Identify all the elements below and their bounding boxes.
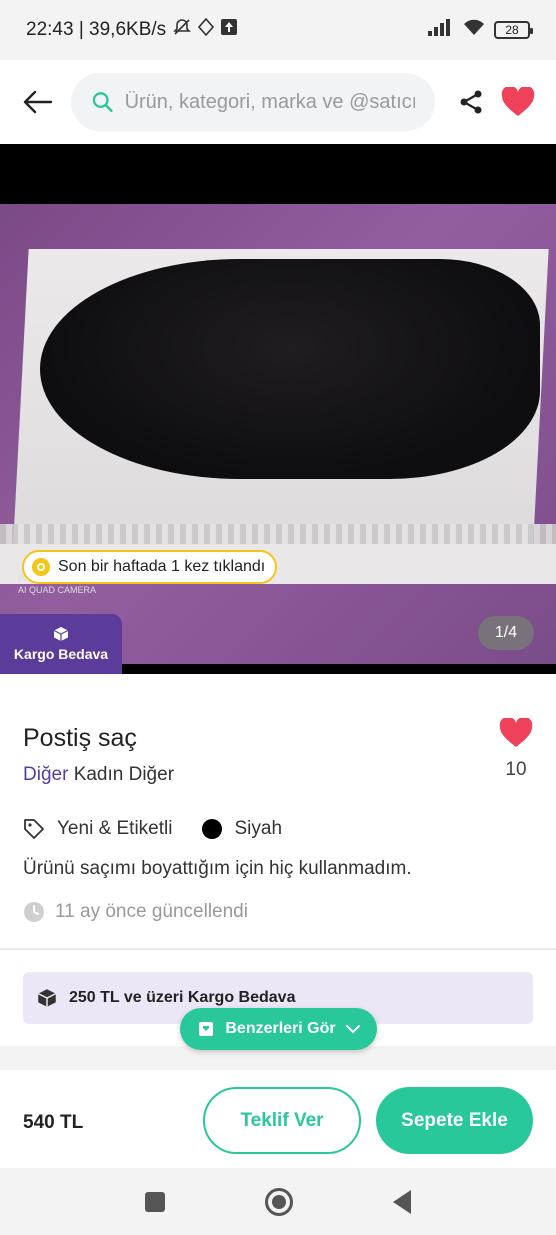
eye-icon <box>32 558 50 576</box>
arrow-left-icon <box>23 90 52 114</box>
product-info: Postiş saç Diğer Kadın Diğer 10 Yeni & E… <box>0 696 556 948</box>
updated-info: 11 ay önce güncellendi <box>23 901 248 923</box>
app-header <box>0 60 556 144</box>
wifi-icon <box>462 18 486 42</box>
similar-items-label: Benzerleri Gör <box>225 1020 336 1037</box>
click-count-badge: Son bir haftada 1 kez tıklandı <box>22 550 278 584</box>
color-attribute: Siyah <box>202 818 282 840</box>
condition-attribute: Yeni & Etiketli <box>23 818 172 840</box>
add-to-cart-button[interactable]: Sepete Ekle <box>376 1087 533 1154</box>
product-image-gallery[interactable]: PRIVATE 10 LITE AI QUAD CAMERA Son bir h… <box>0 144 556 674</box>
chevron-down-icon <box>345 1025 360 1034</box>
status-time: 22:43 | 39,6KB/s <box>26 19 167 40</box>
share-icon <box>460 90 482 114</box>
product-attributes: Yeni & Etiketli Siyah <box>23 818 312 840</box>
purchase-bar: 540 TL Teklif Ver Sepete Ekle <box>0 1072 556 1168</box>
recent-apps-button[interactable] <box>145 1191 165 1212</box>
heart-icon <box>502 87 535 116</box>
product-description: Ürünü saçımı boyattığım için hiç kullanm… <box>23 858 412 879</box>
similar-items-button[interactable]: Benzerleri Gör <box>180 1008 377 1050</box>
home-button[interactable] <box>265 1187 293 1216</box>
image-page-indicator: 1/4 <box>478 616 534 650</box>
upload-icon <box>220 18 238 42</box>
share-button[interactable] <box>453 82 488 122</box>
hanger-tag-icon <box>199 1022 214 1036</box>
box-icon <box>37 989 57 1007</box>
product-price: 540 TL <box>23 1112 84 1133</box>
mute-icon <box>172 17 192 43</box>
like-count: 10 <box>505 759 527 780</box>
divider <box>0 948 556 950</box>
system-back-button[interactable] <box>393 1189 411 1214</box>
search-bar[interactable] <box>71 73 436 131</box>
favorite-button[interactable] <box>499 82 538 122</box>
category-link[interactable]: Diğer <box>23 764 68 785</box>
heart-icon <box>499 716 533 747</box>
back-button[interactable] <box>18 82 57 122</box>
box-icon <box>53 627 69 641</box>
system-nav-bar <box>0 1168 556 1235</box>
category-path: Kadın Diğer <box>73 764 175 785</box>
product-title: Postiş saç <box>23 724 137 752</box>
condition-text: Yeni & Etiketli <box>57 818 173 839</box>
make-offer-button[interactable]: Teklif Ver <box>203 1087 361 1154</box>
color-text: Siyah <box>234 818 283 839</box>
shipping-banner-text: 250 TL ve üzeri Kargo Bedava <box>69 989 296 1006</box>
like-box[interactable]: 10 <box>498 716 534 781</box>
updated-text: 11 ay önce güncellendi <box>55 901 248 922</box>
location-icon <box>198 17 215 42</box>
color-swatch <box>202 819 223 839</box>
free-shipping-tag: Kargo Bedava <box>0 614 122 674</box>
battery-icon: 28 <box>494 21 533 39</box>
product-category: Diğer Kadın Diğer <box>23 764 174 786</box>
click-count-text: Son bir haftada 1 kez tıklandı <box>58 558 266 575</box>
status-bar: 22:43 | 39,6KB/s 28 <box>0 0 556 60</box>
tag-icon <box>24 819 44 839</box>
signal-icon <box>428 18 454 42</box>
search-input[interactable] <box>124 90 416 114</box>
clock-icon <box>24 902 44 922</box>
search-icon <box>93 92 113 112</box>
free-shipping-label: Kargo Bedava <box>13 646 109 662</box>
product-screen: 22:43 | 39,6KB/s 28 Ürün, kategori, mark… <box>0 0 556 1235</box>
